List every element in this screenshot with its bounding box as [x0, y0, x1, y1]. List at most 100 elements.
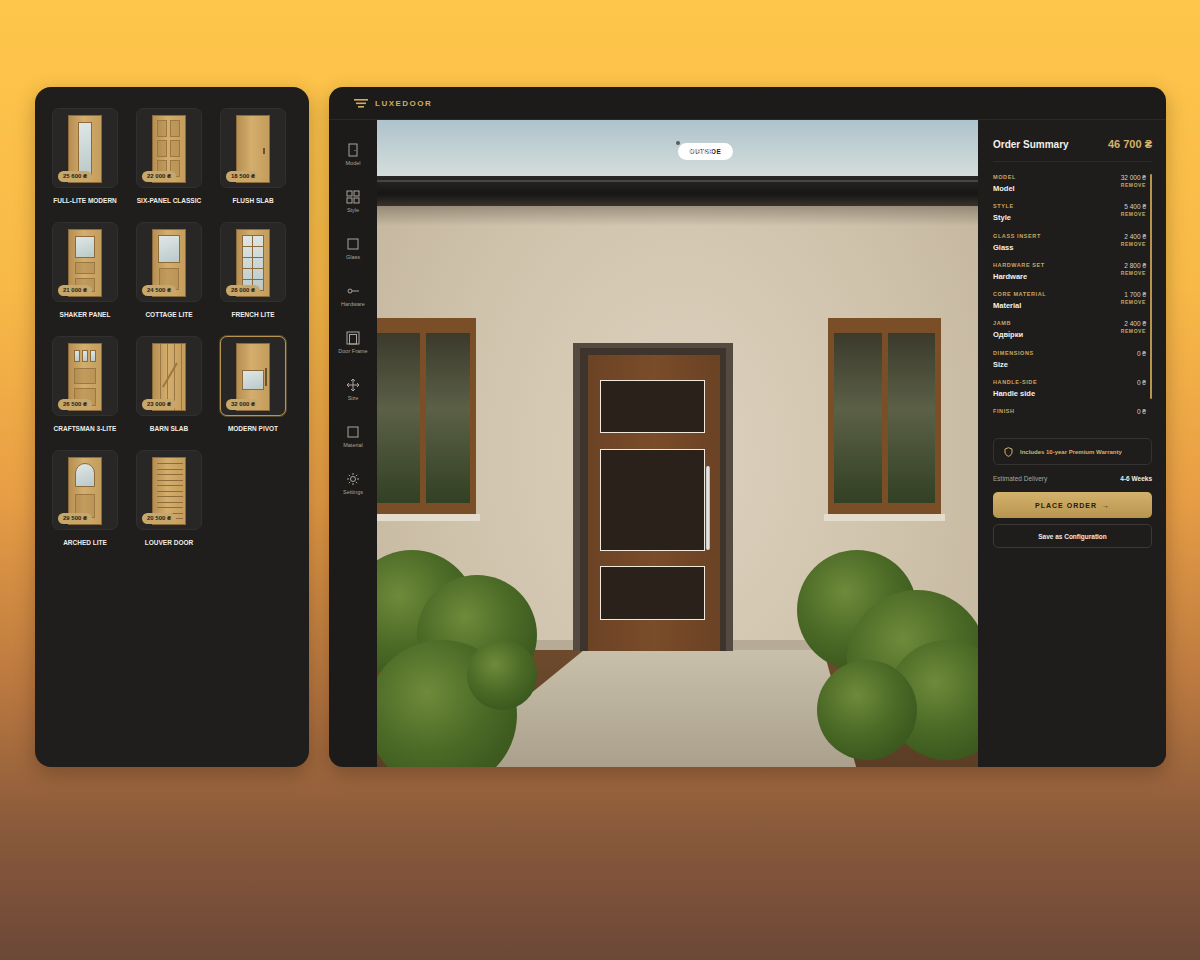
- sidebar-item[interactable]: Settings: [343, 472, 363, 519]
- door-name: MODERN PIVOT: [228, 424, 278, 433]
- sidebar-item[interactable]: Style: [346, 190, 360, 237]
- sidebar-label: Size: [348, 395, 359, 402]
- scene-shape: [377, 333, 420, 503]
- door-detail: [162, 362, 178, 387]
- door-detail: [75, 262, 95, 274]
- row-price: 1 700 ₴: [1124, 291, 1146, 298]
- remove-button[interactable]: REMOVE: [1121, 211, 1146, 218]
- door-name: ARCHED LITE: [63, 538, 107, 547]
- summary-title: Order Summary: [993, 139, 1069, 150]
- door-card[interactable]: 32 000 ₴: [220, 336, 286, 416]
- door-card[interactable]: 20 500 ₴: [136, 450, 202, 530]
- row-value: Hardware: [993, 271, 1045, 282]
- warranty-note: Includes 10-year Premium Warranty: [993, 438, 1152, 465]
- row-category: HARDWARE SET: [993, 262, 1045, 269]
- row-price-group: 2 400 ₴REMOVE: [1121, 233, 1146, 262]
- remove-button[interactable]: REMOVE: [1121, 241, 1146, 248]
- door-detail: [252, 235, 253, 291]
- save-configuration-button[interactable]: Save as Configuration: [993, 524, 1152, 548]
- summary-row: HANDLE-SIDEHandle side0 ₴: [993, 379, 1146, 408]
- door-detail: [74, 350, 80, 362]
- door-option[interactable]: 25 600 ₴ FULL-LITE MODERN: [52, 108, 118, 205]
- view-toggle: OUTSIDEINSIDE: [676, 141, 680, 145]
- door-detail: [181, 344, 182, 411]
- row-price-group: 2 400 ₴REMOVE: [1121, 320, 1146, 349]
- remove-button[interactable]: REMOVE: [1121, 182, 1146, 189]
- row-labels: CORE MATERIALMaterial: [993, 291, 1046, 320]
- door-card[interactable]: 24 500 ₴: [136, 222, 202, 302]
- door-card[interactable]: 23 000 ₴: [136, 336, 202, 416]
- door-option[interactable]: 23 000 ₴BARN SLAB: [136, 336, 202, 433]
- door-card[interactable]: 29 500 ₴: [52, 450, 118, 530]
- door-option[interactable]: 21 000 ₴SHAKER PANEL: [52, 222, 118, 319]
- price-badge: 25 600 ₴: [58, 171, 92, 182]
- price-badge: 26 500 ₴: [58, 399, 92, 410]
- view-tab[interactable]: INSIDE: [678, 143, 726, 160]
- door-detail: [157, 480, 183, 481]
- door-name: FLUSH SLAB: [232, 196, 273, 205]
- door-detail: [170, 120, 180, 137]
- door-detail: [157, 496, 183, 497]
- door-card[interactable]: 18 500 ₴: [220, 108, 286, 188]
- door-name: FRENCH LITE: [232, 310, 275, 319]
- catalog-grid: 25 600 ₴ FULL-LITE MODERN 22 000 ₴SIX-PANE…: [52, 108, 309, 547]
- remove-button[interactable]: REMOVE: [1121, 270, 1146, 277]
- sidebar-item[interactable]: Glass: [346, 237, 360, 284]
- row-price: 0 ₴: [1137, 350, 1146, 357]
- place-order-label: PLACE ORDER: [1035, 502, 1097, 509]
- door-option[interactable]: 18 500 ₴ FLUSH SLAB: [220, 108, 286, 205]
- door-card[interactable]: 26 500 ₴: [52, 336, 118, 416]
- row-labels: FINISH: [993, 408, 1015, 424]
- row-price-group: 1 700 ₴REMOVE: [1121, 291, 1146, 320]
- door-name: COTTAGE LITE: [145, 310, 192, 319]
- door-card[interactable]: 21 000 ₴: [52, 222, 118, 302]
- door-option[interactable]: 29 500 ₴ ARCHED LITE: [52, 450, 118, 547]
- row-price-group: 0 ₴: [1137, 379, 1146, 408]
- row-price: 2 800 ₴: [1124, 262, 1146, 269]
- sidebar-item[interactable]: Size: [346, 378, 360, 425]
- door-option[interactable]: 28 000 ₴ FRENCH LITE: [220, 222, 286, 319]
- sidebar-label: Hardware: [341, 301, 365, 308]
- scene-shape: [888, 333, 936, 503]
- door-preview: OUTSIDEINSIDE: [377, 120, 978, 767]
- price-badge: 28 000 ₴: [226, 285, 260, 296]
- sidebar-label: Settings: [343, 489, 363, 496]
- scrollbar-thumb[interactable]: [1150, 174, 1152, 399]
- row-labels: JAMBОдвірки: [993, 320, 1023, 349]
- summary-list: MODELModel32 000 ₴REMOVESTYLEStyle5 400 …: [993, 174, 1152, 424]
- door-detail: [157, 120, 167, 137]
- row-price: 0 ₴: [1137, 408, 1146, 415]
- door-option[interactable]: 32 000 ₴ MODERN PIVOT: [220, 336, 286, 433]
- door-card[interactable]: 28 000 ₴: [220, 222, 286, 302]
- door-detail: [157, 474, 183, 475]
- row-labels: STYLEStyle: [993, 203, 1014, 232]
- price-badge: 20 500 ₴: [142, 513, 176, 524]
- door-card[interactable]: 25 600 ₴: [52, 108, 118, 188]
- door-card[interactable]: 22 000 ₴: [136, 108, 202, 188]
- row-price-group: 2 800 ₴REMOVE: [1121, 262, 1146, 291]
- door-detail: [157, 140, 167, 157]
- row-labels: GLASS INSERTGlass: [993, 233, 1041, 262]
- row-category: JAMB: [993, 320, 1023, 327]
- place-order-button[interactable]: PLACE ORDER→: [993, 492, 1152, 518]
- sidebar-item[interactable]: Material: [343, 425, 363, 472]
- app-header: LUXEDOOR: [329, 87, 1166, 120]
- remove-button[interactable]: REMOVE: [1121, 328, 1146, 335]
- door-option[interactable]: 22 000 ₴SIX-PANEL CLASSIC: [136, 108, 202, 205]
- sidebar-item[interactable]: Model: [346, 143, 361, 190]
- frame-icon: [346, 331, 360, 345]
- row-category: GLASS INSERT: [993, 233, 1041, 240]
- price-badge: 29 500 ₴: [58, 513, 92, 524]
- door-name: FULL-LITE MODERN: [53, 196, 117, 205]
- door-detail: [75, 236, 95, 258]
- summary-row: FINISH 0 ₴: [993, 408, 1146, 424]
- handle-icon: [346, 284, 360, 298]
- door-option[interactable]: 24 500 ₴ COTTAGE LITE: [136, 222, 202, 319]
- door-detail: [74, 368, 96, 384]
- door-option[interactable]: 20 500 ₴LOUVER DOOR: [136, 450, 202, 547]
- remove-button[interactable]: REMOVE: [1121, 299, 1146, 306]
- sidebar-item[interactable]: Hardware: [341, 284, 365, 331]
- scene-shape: [706, 466, 710, 550]
- door-option[interactable]: 26 500 ₴CRAFTSMAN 3-LITE: [52, 336, 118, 433]
- sidebar-item[interactable]: Door Frame: [338, 331, 367, 378]
